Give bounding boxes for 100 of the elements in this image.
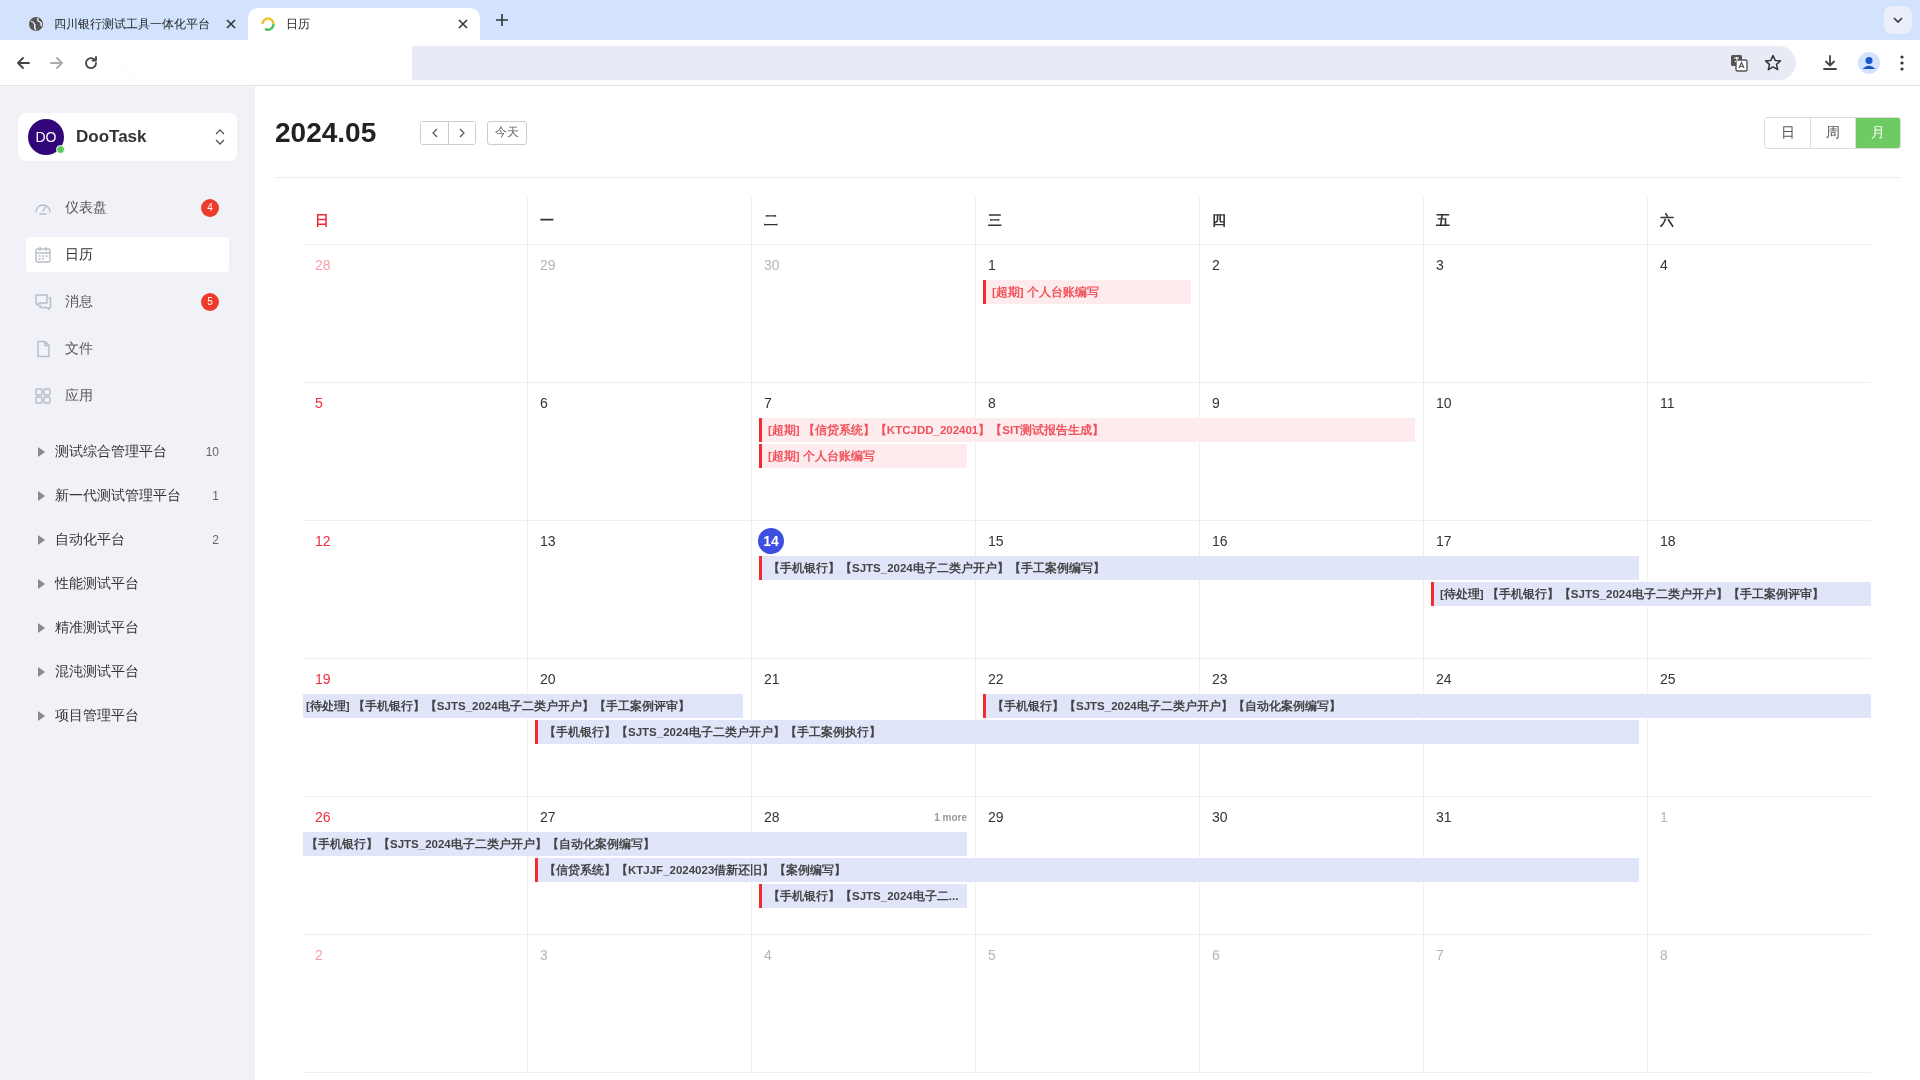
- weekday-label: 四: [1212, 211, 1226, 230]
- next-month-button[interactable]: [448, 121, 475, 144]
- caret-right-icon[interactable]: [38, 711, 45, 721]
- project-item[interactable]: 精准测试平台: [18, 606, 237, 650]
- day-number: 28: [315, 256, 331, 275]
- project-item[interactable]: 自动化平台 2: [18, 518, 237, 562]
- reload-icon[interactable]: [84, 55, 98, 70]
- star-icon[interactable]: [1764, 53, 1782, 72]
- day-number: 4: [1660, 256, 1669, 275]
- globe-icon: [28, 16, 44, 32]
- day-number: 17: [1436, 532, 1452, 551]
- workspace-name: DooTask: [76, 127, 148, 147]
- day-number: 25: [1660, 670, 1676, 689]
- day-number: 20: [540, 670, 556, 689]
- calendar-event[interactable]: 【手机银行】【SJTS_2024电子二类户开户】【手工案例执行】: [535, 720, 1639, 744]
- nav-label: 日历: [65, 245, 94, 264]
- chevron-down-icon: [1893, 17, 1903, 23]
- day-number: 7: [764, 394, 773, 413]
- day-number: 4: [764, 946, 773, 965]
- workspace-switcher[interactable]: DO DooTask: [18, 113, 237, 161]
- caret-right-icon[interactable]: [38, 667, 45, 677]
- project-item[interactable]: 新一代测试管理平台 1: [18, 474, 237, 518]
- file-icon: [34, 339, 52, 358]
- more-menu-icon[interactable]: [1900, 54, 1904, 71]
- workspace-avatar: DO: [28, 119, 64, 155]
- month-title: 2024.05: [275, 116, 378, 149]
- day-number: 23: [1212, 670, 1228, 689]
- day-number: 29: [540, 256, 556, 275]
- project-item[interactable]: 混沌测试平台: [18, 650, 237, 694]
- forward-icon: [50, 55, 64, 70]
- profile-icon[interactable]: [1858, 51, 1880, 74]
- tab-title: 日历: [286, 15, 311, 33]
- calendar-event[interactable]: 【手机银行】【SJTS_2024电子二类户开户】【手工案例编写】: [759, 556, 1639, 580]
- loading-icon: [260, 16, 276, 32]
- nav-label: 仪表盘: [65, 198, 108, 217]
- close-icon[interactable]: [226, 19, 236, 29]
- browser-tab[interactable]: 四川银行测试工具一体化平台: [16, 8, 248, 40]
- caret-right-icon[interactable]: [38, 491, 45, 501]
- day-number: 22: [988, 670, 1004, 689]
- calendar-icon: [34, 245, 52, 264]
- calendar-event[interactable]: [待处理] 【手机银行】【SJTS_2024电子二类户开户】【手工案例评审】: [303, 694, 743, 718]
- day-number: 1: [1660, 808, 1669, 827]
- day-number: 9: [1212, 394, 1221, 413]
- chat-icon: [34, 292, 52, 311]
- nav-label: 消息: [65, 292, 94, 311]
- count-badge: 5: [201, 292, 219, 311]
- nav-item[interactable]: 文件: [26, 331, 229, 366]
- weekday-label: 三: [988, 211, 1002, 230]
- calendar-event[interactable]: 【手机银行】【SJTS_2024电子二类户开户】【自动化案例编写】: [983, 694, 1871, 718]
- project-name: 混沌测试平台: [55, 663, 140, 681]
- day-number: 6: [540, 394, 549, 413]
- project-count: 1: [212, 489, 219, 503]
- caret-right-icon[interactable]: [38, 535, 45, 545]
- day-number: 19: [315, 670, 331, 689]
- chevron-right-icon: [459, 127, 465, 138]
- chevron-left-icon: [431, 127, 438, 138]
- day-number: 5: [988, 946, 997, 965]
- day-number: 30: [764, 256, 780, 275]
- tab-title: 四川银行测试工具一体化平台: [54, 15, 211, 33]
- close-icon[interactable]: [458, 19, 468, 29]
- caret-right-icon[interactable]: [38, 447, 45, 457]
- day-number: 6: [1212, 946, 1221, 965]
- weekday-label: 六: [1660, 211, 1674, 230]
- nav-label: 文件: [65, 339, 94, 358]
- today-button[interactable]: 今天: [487, 120, 527, 145]
- back-icon[interactable]: [16, 55, 30, 70]
- day-number: 1: [988, 256, 997, 275]
- calendar-event[interactable]: 【信贷系统】【KTJJF_2024023借新还旧】【案例编写】: [535, 858, 1639, 882]
- grid-icon: [34, 386, 52, 405]
- calendar-event[interactable]: 【手机银行】【SJTS_2024电子二...: [759, 884, 967, 908]
- day-number: 5: [315, 394, 324, 413]
- calendar-event[interactable]: [待处理] 【手机银行】【SJTS_2024电子二类户开户】【手工案例评审】: [1431, 582, 1871, 606]
- caret-right-icon[interactable]: [38, 579, 45, 589]
- nav-item[interactable]: 应用: [26, 378, 229, 413]
- project-name: 自动化平台: [55, 531, 126, 549]
- new-tab-icon[interactable]: [496, 14, 508, 26]
- nav-item[interactable]: 仪表盘 4: [26, 190, 229, 225]
- day-number: 2: [315, 946, 324, 965]
- caret-right-icon[interactable]: [38, 623, 45, 633]
- day-number: 24: [1436, 670, 1452, 689]
- project-name: 测试综合管理平台: [55, 443, 168, 461]
- download-icon[interactable]: [1822, 54, 1838, 71]
- translate-icon[interactable]: [1730, 53, 1748, 72]
- day-number: 29: [988, 808, 1004, 827]
- weekday-label: 日: [315, 211, 329, 230]
- project-item[interactable]: 性能测试平台: [18, 562, 237, 606]
- day-number: 26: [315, 808, 331, 827]
- day-number: 3: [540, 946, 549, 965]
- day-number: 7: [1436, 946, 1445, 965]
- day-number: 31: [1436, 808, 1452, 827]
- nav-item[interactable]: 日历: [26, 237, 229, 272]
- project-name: 新一代测试管理平台: [55, 487, 182, 505]
- nav-item[interactable]: 消息 5: [26, 284, 229, 319]
- project-item[interactable]: 项目管理平台: [18, 694, 237, 738]
- day-number: 8: [988, 394, 997, 413]
- tab-search-button[interactable]: [1884, 6, 1912, 34]
- day-number: 28: [764, 808, 780, 827]
- browser-tab[interactable]: 日历: [248, 8, 480, 40]
- project-item[interactable]: 测试综合管理平台 10: [18, 430, 237, 474]
- calendar-event[interactable]: 【手机银行】【SJTS_2024电子二类户开户】【自动化案例编写】: [303, 832, 967, 856]
